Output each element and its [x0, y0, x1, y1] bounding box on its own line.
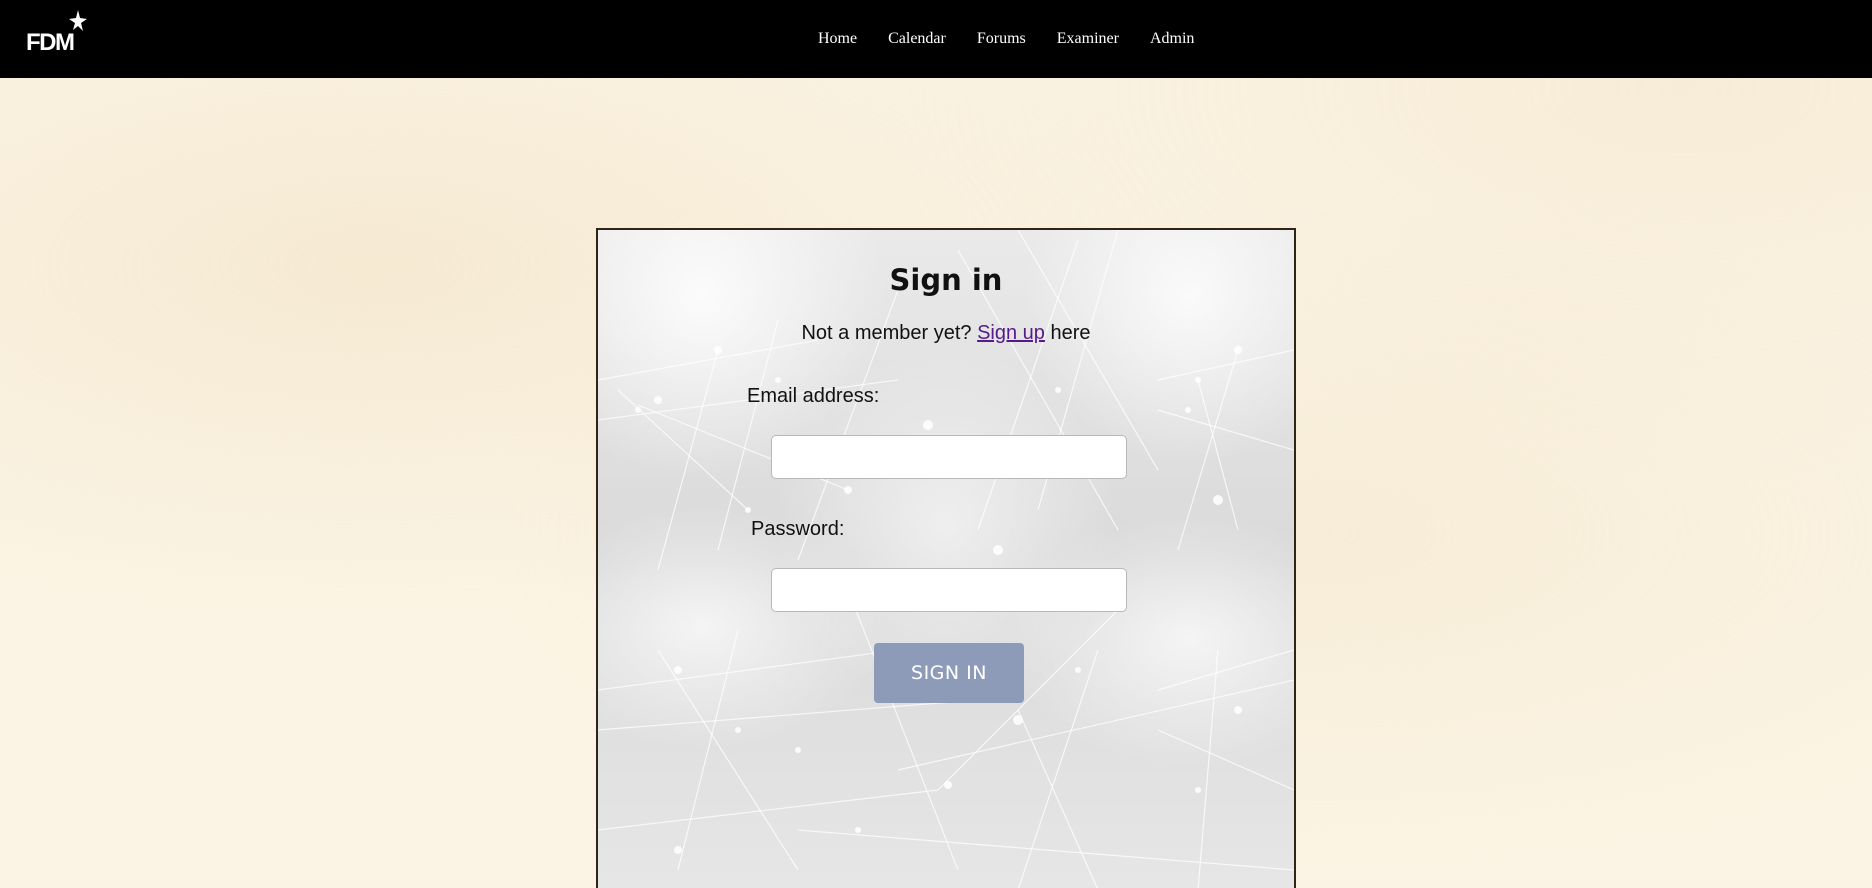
page-title: Sign in [889, 263, 1003, 297]
signup-prompt-prefix: Not a member yet? [801, 322, 972, 344]
signup-prompt: Not a member yet? Sign up here [598, 322, 1294, 345]
main-nav: Home Calendar Forums Examiner Admin [818, 0, 1194, 78]
nav-forums-link[interactable]: Forums [977, 30, 1026, 48]
signup-link[interactable]: Sign up [977, 322, 1045, 344]
password-label: Password: [751, 518, 845, 540]
password-field[interactable] [771, 568, 1127, 612]
nav-home-link[interactable]: Home [818, 30, 857, 48]
logo-star-icon [69, 10, 87, 31]
sign-in-button[interactable]: SIGN IN [874, 643, 1024, 703]
email-field[interactable] [771, 435, 1127, 479]
top-navbar: FDM Home Calendar Forums Examiner Admin [0, 0, 1872, 78]
fdm-logo[interactable]: FDM [24, 8, 88, 56]
logo-text: FDM [26, 29, 74, 56]
email-label: Email address: [747, 385, 880, 407]
signup-prompt-suffix: here [1050, 322, 1091, 344]
nav-examiner-link[interactable]: Examiner [1057, 30, 1119, 48]
nav-admin-link[interactable]: Admin [1150, 30, 1194, 48]
signin-card: Sign in Not a member yet? Sign up here E… [596, 228, 1296, 888]
nav-calendar-link[interactable]: Calendar [888, 30, 946, 48]
